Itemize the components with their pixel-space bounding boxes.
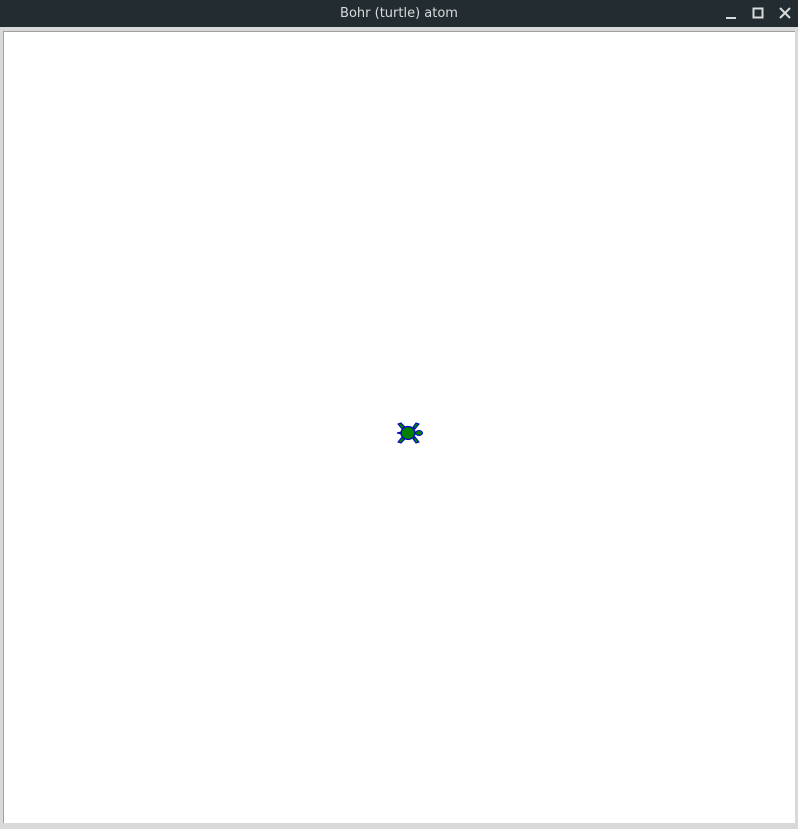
- maximize-icon: [752, 7, 764, 19]
- close-icon: [779, 7, 791, 19]
- turtle-canvas[interactable]: [3, 31, 795, 824]
- window-title: Bohr (turtle) atom: [340, 6, 458, 21]
- turtle-head: [415, 430, 423, 436]
- minimize-icon: [726, 17, 736, 19]
- turtle-shell: [400, 425, 416, 441]
- title-bar[interactable]: Bohr (turtle) atom: [0, 0, 798, 27]
- canvas-frame: [0, 27, 798, 829]
- turtle-window: Bohr (turtle) atom: [0, 0, 798, 829]
- turtle-tail: [396, 431, 402, 435]
- turtle-icon: [396, 422, 423, 444]
- bottom-edge: [0, 823, 798, 829]
- maximize-button[interactable]: [748, 4, 768, 24]
- close-button[interactable]: [775, 4, 795, 24]
- minimize-button[interactable]: [721, 4, 741, 24]
